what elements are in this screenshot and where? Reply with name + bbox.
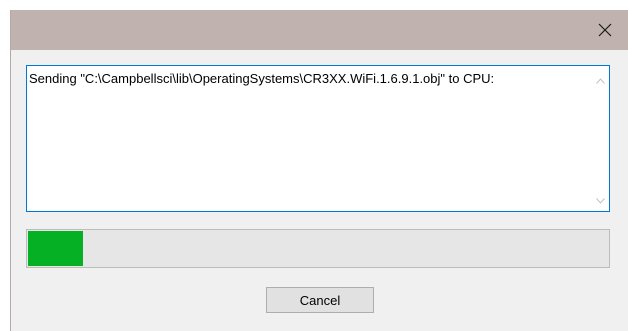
status-log-textbox[interactable]: Sending "C:\Campbellsci\lib\OperatingSys… <box>26 65 610 212</box>
scroll-down-button[interactable] <box>592 192 609 209</box>
vertical-scrollbar[interactable] <box>592 66 609 211</box>
close-icon <box>598 23 612 37</box>
close-button[interactable] <box>582 10 628 50</box>
chevron-up-icon <box>596 77 605 84</box>
chevron-down-icon <box>596 197 605 204</box>
cancel-button[interactable]: Cancel <box>266 287 374 313</box>
progress-bar-fill <box>28 231 83 266</box>
progress-bar <box>26 229 610 268</box>
title-bar <box>11 10 628 50</box>
send-os-dialog: Sending "C:\Campbellsci\lib\OperatingSys… <box>10 10 628 331</box>
status-message: Sending "C:\Campbellsci\lib\OperatingSys… <box>29 71 495 86</box>
scroll-up-button[interactable] <box>592 72 609 89</box>
